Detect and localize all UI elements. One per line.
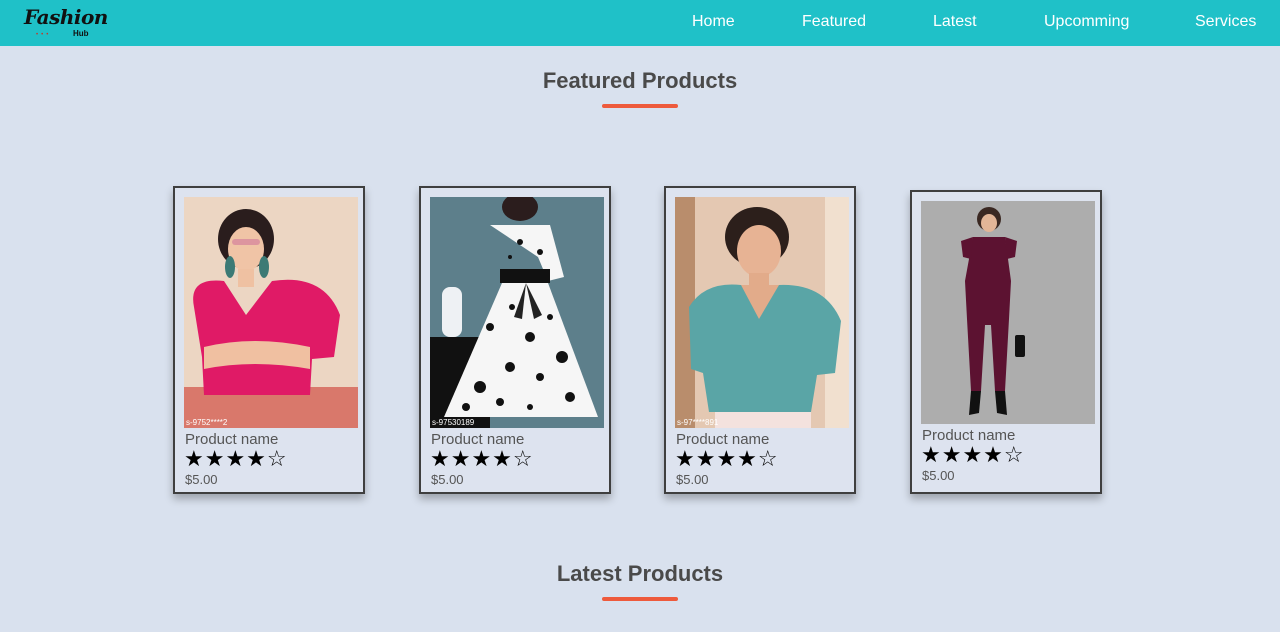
rating-stars: ★★★★☆ xyxy=(430,447,534,472)
product-image[interactable] xyxy=(921,201,1095,424)
product-price: $5.00 xyxy=(922,468,955,483)
brand-sub: Hub xyxy=(73,29,89,38)
nav-latest[interactable]: Latest xyxy=(933,13,977,31)
featured-title: Featured Products xyxy=(542,68,738,93)
nav-featured[interactable]: Featured xyxy=(802,13,866,31)
rating-stars: ★★★★☆ xyxy=(675,447,779,472)
rating-stars: ★★★★☆ xyxy=(921,443,1025,468)
rating-stars: ★★★★☆ xyxy=(184,447,288,472)
product-name: Product name xyxy=(431,431,525,448)
product-image[interactable]: s-97****891 xyxy=(675,197,849,428)
product-price: $5.00 xyxy=(185,472,218,487)
product-image-code: s-97****891 xyxy=(677,418,719,427)
product-image[interactable]: s-97530189 xyxy=(430,197,604,428)
logo-dots: ••• xyxy=(36,32,52,38)
brand-logo[interactable]: Fashion ••• Hub xyxy=(22,5,108,41)
product-card[interactable]: s-97****891 Product name ★★★★☆ $5.00 xyxy=(664,186,856,494)
product-image-code: s-97530189 xyxy=(432,418,475,427)
product-card[interactable]: s-9752****2 Product name ★★★★☆ $5.00 xyxy=(173,186,365,494)
product-price: $5.00 xyxy=(431,472,464,487)
product-price: $5.00 xyxy=(676,472,709,487)
product-image[interactable]: s-9752****2 xyxy=(184,197,358,428)
brand-name: Fashion xyxy=(24,5,108,29)
navbar: Fashion ••• Hub Home Featured Latest Upc… xyxy=(0,0,1280,46)
nav-upcomming[interactable]: Upcomming xyxy=(1044,13,1129,31)
product-name: Product name xyxy=(676,431,770,448)
product-image-code: s-9752****2 xyxy=(186,418,228,427)
latest-title: Latest Products xyxy=(556,561,724,586)
product-name: Product name xyxy=(185,431,279,448)
latest-title-underline xyxy=(602,597,678,601)
product-card[interactable]: s-97530189 Product name ★★★★☆ $5.00 xyxy=(419,186,611,494)
nav-services[interactable]: Services xyxy=(1195,13,1256,31)
product-name: Product name xyxy=(922,427,1016,444)
nav-home[interactable]: Home xyxy=(692,13,735,31)
featured-title-underline xyxy=(602,104,678,108)
product-card[interactable]: Product name ★★★★☆ $5.00 xyxy=(910,190,1102,494)
